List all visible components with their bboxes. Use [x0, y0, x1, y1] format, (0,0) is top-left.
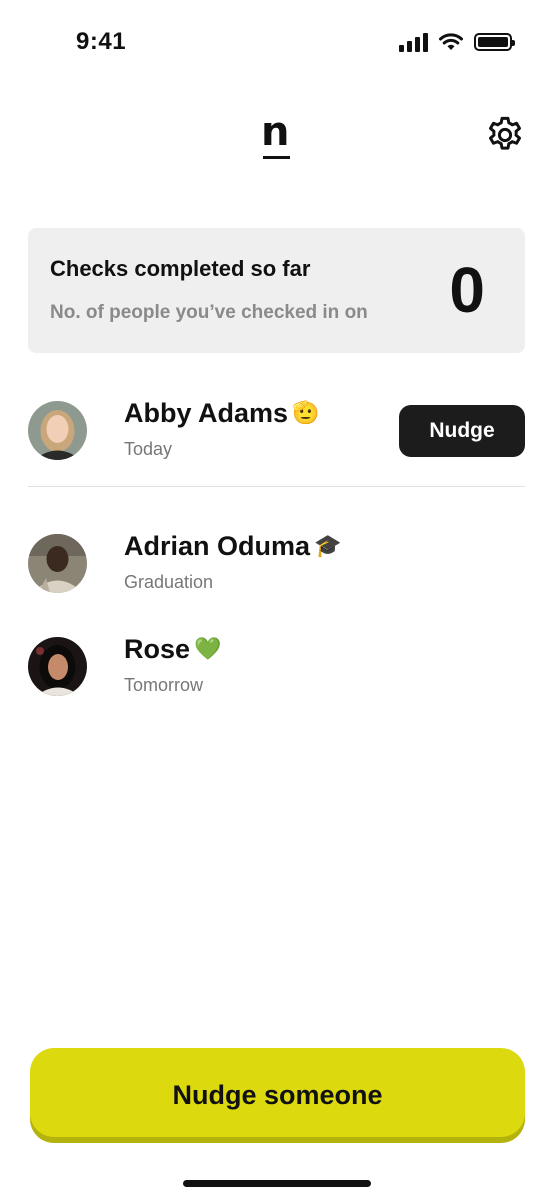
divider — [28, 486, 525, 487]
green-heart-emoji: 💚 — [194, 637, 222, 662]
person-row-abby[interactable]: Abby Adams 🫡 Today Nudge — [28, 398, 525, 471]
avatar — [28, 534, 87, 593]
nudge-someone-button[interactable]: Nudge someone — [30, 1048, 525, 1143]
person-subtitle: Today — [124, 439, 173, 459]
person-name: Abby Adams 🫡 — [124, 398, 320, 428]
avatar — [28, 401, 87, 460]
person-subtitle: Graduation — [124, 572, 214, 592]
status-bar: 9:41 — [0, 0, 554, 88]
person-row-rose[interactable]: Rose 💚 Tomorrow — [28, 634, 525, 707]
saluting-face-emoji: 🫡 — [292, 401, 320, 426]
person-name: Rose 💚 — [124, 634, 222, 664]
status-icons — [399, 32, 515, 52]
person-subtitle: Tomorrow — [124, 675, 204, 695]
logo-underline — [263, 156, 290, 159]
avatar — [28, 637, 87, 696]
gear-icon[interactable] — [484, 114, 526, 156]
battery-icon — [474, 33, 515, 51]
graduation-cap-emoji: 🎓 — [314, 534, 342, 559]
checks-summary-card: Checks completed so far No. of people yo… — [28, 228, 525, 353]
nudge-button[interactable]: Nudge — [399, 405, 525, 457]
wifi-icon — [439, 33, 463, 50]
status-time: 9:41 — [76, 28, 127, 55]
checks-count: 0 — [449, 254, 485, 326]
summary-subtitle: No. of people you’ve checked in on — [50, 302, 368, 323]
app-logo: n — [261, 109, 290, 155]
summary-title: Checks completed so far — [50, 256, 311, 281]
signal-icon — [399, 32, 428, 52]
person-name: Adrian Oduma 🎓 — [124, 531, 342, 561]
person-row-adrian[interactable]: Adrian Oduma 🎓 Graduation — [28, 531, 525, 604]
home-indicator — [183, 1180, 371, 1187]
